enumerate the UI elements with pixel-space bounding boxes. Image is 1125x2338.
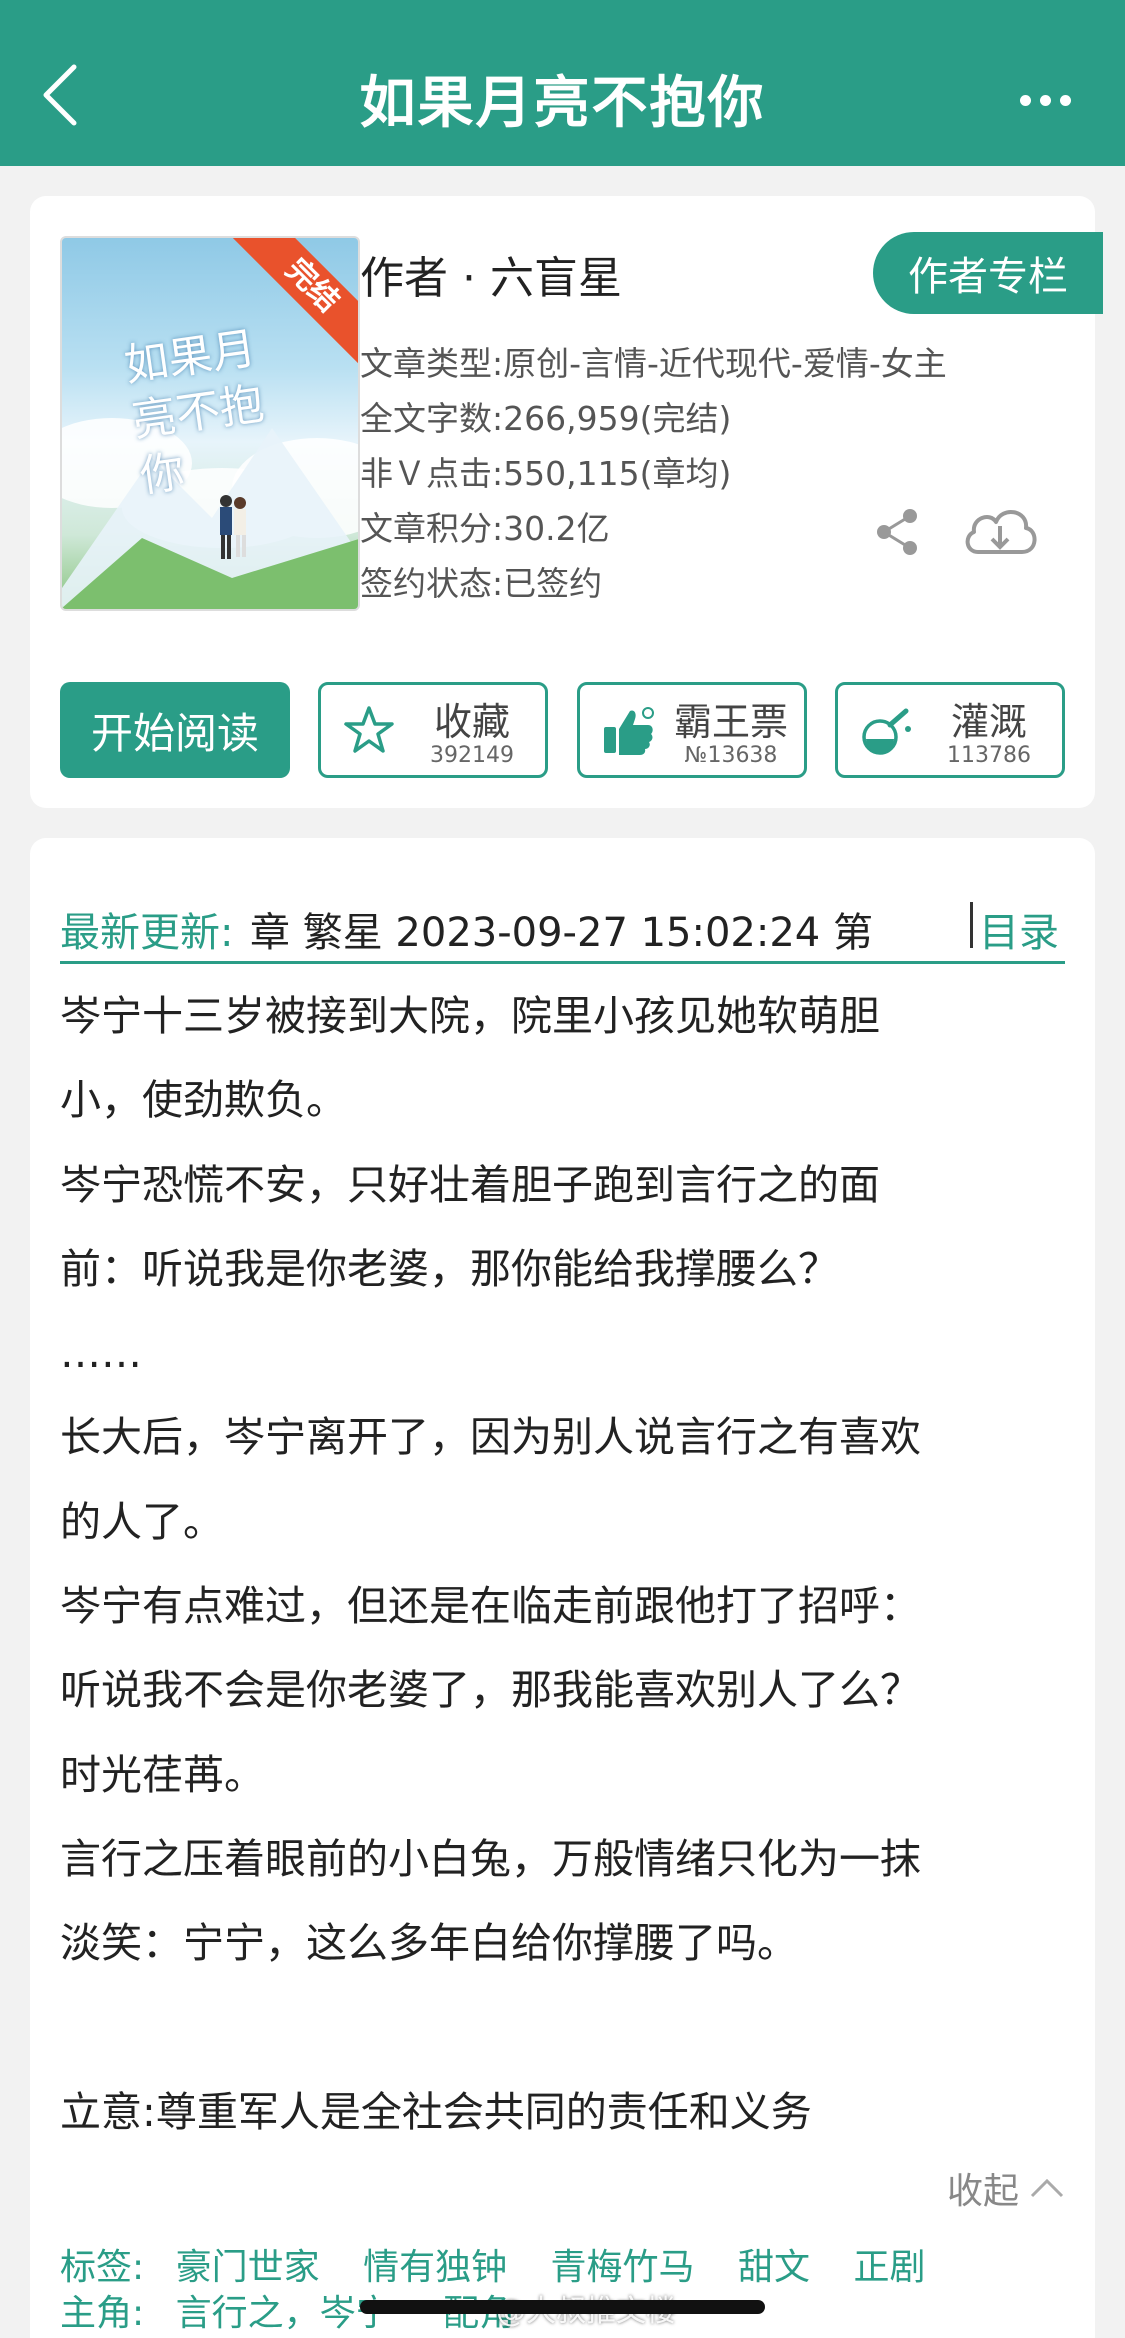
latest-update-text[interactable]: 章 繁星 2023-09-27 15:02:24 第 [250, 900, 873, 958]
tag-item[interactable]: 青梅竹马 [551, 2247, 695, 2288]
download-button[interactable] [960, 496, 1040, 566]
roles-label: 主角: [60, 2293, 145, 2334]
summary-line: 淡笑：宁宁，这么多年白给你撑腰了吗。 [60, 1919, 798, 1968]
author-name[interactable]: 作者 · 六盲星 [360, 242, 622, 306]
summary-line: 岑宁恐慌不安，只好壮着胆子跑到言行之的面 [60, 1160, 880, 1209]
table-of-contents-link[interactable]: 目录 [979, 900, 1059, 958]
favorite-label: 收藏 [433, 700, 510, 744]
summary-line: 时光荏苒。 [60, 1750, 265, 1799]
favorite-count: 392149 [430, 743, 514, 768]
tags-row: 标签: 豪门世家 情有独钟 青梅竹马 甜文 正剧 [60, 2238, 957, 2290]
home-indicator [360, 2300, 765, 2314]
more-dot [1059, 94, 1071, 106]
page-title: 如果月亮不抱你 [359, 71, 766, 136]
tag-item[interactable]: 正剧 [853, 2247, 925, 2288]
summary-line: 岑宁有点难过，但还是在临走前跟他打了招呼： [60, 1582, 921, 1631]
meta-word-count: 全文字数:266,959(完结) [360, 399, 732, 438]
share-button[interactable] [870, 504, 926, 560]
summary-line: 岑宁十三岁被接到大院，院里小孩见她软萌胆 [60, 992, 880, 1040]
chevron-up-icon [1030, 2178, 1064, 2198]
author-column-button[interactable]: 作者专栏 [873, 232, 1103, 314]
meta-type: 文章类型:原创-言情-近代现代-爱情-女主 [360, 344, 947, 383]
latest-update-label: 最新更新: [60, 910, 234, 956]
more-dot [1019, 94, 1031, 106]
book-summary: 岑宁十三岁被接到大院，院里小孩见她软萌胆 小，使劲欺负。 岑宁恐慌不安，只好壮着… [60, 974, 1065, 2154]
meta-clicks: 非Ｖ点击:550,115(章均) [360, 454, 732, 493]
star-icon [344, 706, 394, 753]
summary-line: 前：听说我是你老婆，那你能给我撑腰么？ [60, 1244, 839, 1293]
book-info-card: 如果月亮不抱你 完结 作者 · 六盲星 作者专栏 文章类型:原创-言情-近代现代… [30, 196, 1103, 808]
tag-item[interactable]: 甜文 [738, 2247, 810, 2288]
summary-line: 的人了。 [60, 1497, 224, 1546]
collapse-button[interactable]: 收起 [947, 2162, 1065, 2214]
share-icon [877, 509, 917, 555]
meta-score: 文章积分:30.2亿 [360, 509, 610, 548]
main-characters: 言行之，岑宁 [175, 2293, 392, 2334]
thumbs-up-icon [604, 707, 654, 755]
flask-icon [862, 708, 911, 755]
ticket-count: №13638 [684, 743, 778, 768]
nutrient-count: 113786 [947, 743, 1031, 768]
more-dot [1039, 94, 1051, 106]
nutrient-button[interactable]: 灌溉 113786 [835, 682, 1065, 778]
summary-line: 小，使劲欺负。 [60, 1076, 347, 1125]
tag-item[interactable]: 豪门世家 [176, 2247, 320, 2288]
summary-line: 立意:尊重军人是全社会共同的责任和义务 [60, 2087, 812, 2136]
tags-label: 标签: [60, 2247, 145, 2288]
summary-line: 言行之压着眼前的小白兔，万般情绪只化为一抹 [60, 1834, 921, 1883]
cover-title: 如果月亮不抱你 [121, 322, 267, 503]
book-cover[interactable]: 如果月亮不抱你 完结 [60, 236, 360, 611]
start-reading-button[interactable]: 开始阅读 [60, 682, 290, 778]
nutrient-label: 灌溉 [950, 700, 1027, 744]
book-meta: 文章类型:原创-言情-近代现代-爱情-女主 全文字数:266,959(完结) 非… [360, 336, 947, 611]
action-bar: 开始阅读 收藏 392149 霸王票 №13638 灌溉 113786 [60, 682, 1065, 778]
more-button[interactable] [1005, 80, 1085, 120]
latest-update-row[interactable]: 最新更新: 章 繁星 2023-09-27 15:02:24 第 目录 [60, 868, 1065, 964]
summary-line: 长大后，岑宁离开了，因为别人说言行之有喜欢 [60, 1413, 921, 1462]
summary-line: …… [60, 1329, 142, 1378]
summary-line [60, 1986, 1065, 2070]
ticket-button[interactable]: 霸王票 №13638 [577, 682, 807, 778]
summary-card: 最新更新: 章 繁星 2023-09-27 15:02:24 第 目录 岑宁十三… [30, 838, 1095, 2338]
divider [970, 902, 973, 948]
meta-sign-status: 签约状态:已签约 [360, 564, 603, 603]
summary-line: 听说我不会是你老婆了，那我能喜欢别人了么？ [60, 1666, 921, 1715]
cloud-download-icon [965, 510, 1037, 554]
couple-illustration [220, 495, 246, 559]
tag-item[interactable]: 情有独钟 [363, 2247, 507, 2288]
collapse-label: 收起 [946, 2171, 1019, 2212]
ticket-label: 霸王票 [673, 700, 788, 744]
favorite-button[interactable]: 收藏 392149 [318, 682, 548, 778]
top-bar: 如果月亮不抱你 [0, 0, 1125, 166]
